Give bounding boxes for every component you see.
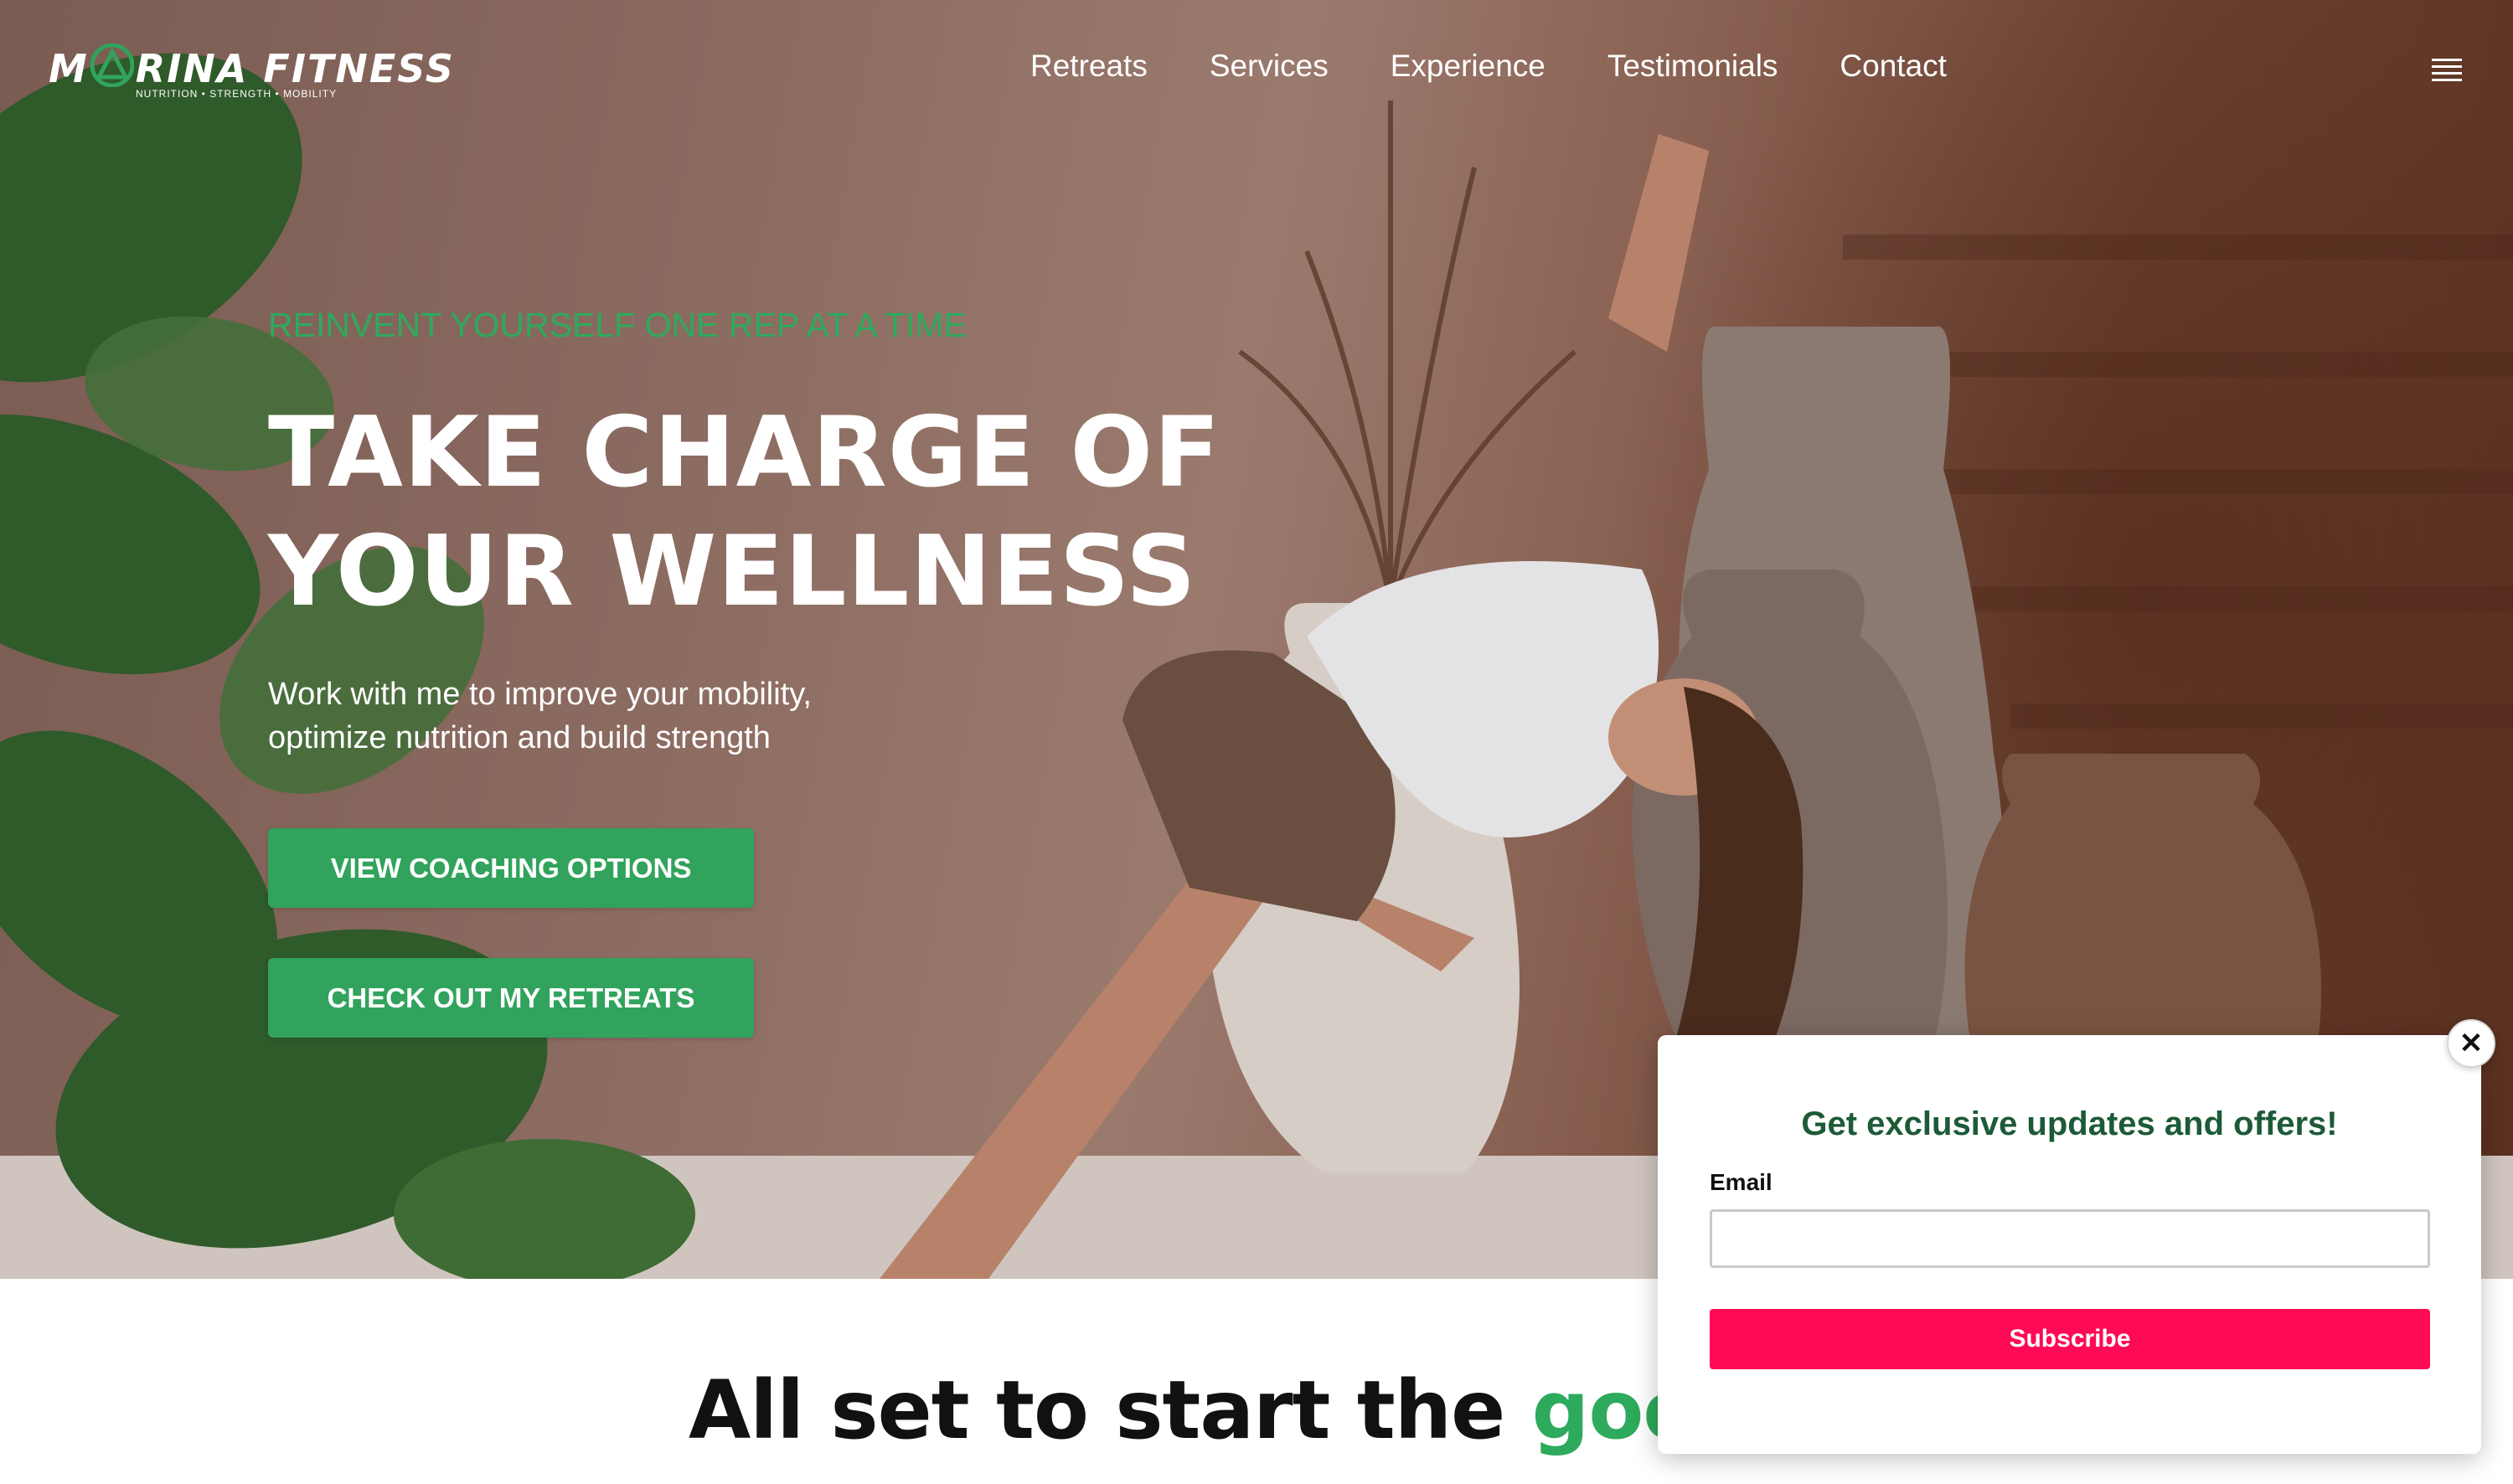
triangle-circle-logo-icon bbox=[90, 44, 134, 87]
brand-tagline: NUTRITION • STRENGTH • MOBILITY bbox=[136, 88, 338, 100]
check-out-retreats-button[interactable]: CHECK OUT MY RETREATS bbox=[268, 958, 754, 1038]
nav-link-contact[interactable]: Contact bbox=[1840, 49, 1947, 84]
section-heading-start: All set to start the bbox=[689, 1363, 1532, 1457]
hero-subcopy-line-2: optimize nutrition and build strength bbox=[268, 720, 771, 755]
email-label: Email bbox=[1710, 1169, 1773, 1195]
hamburger-menu-icon[interactable] bbox=[2432, 59, 2462, 84]
close-icon[interactable]: ✕ bbox=[2447, 1019, 2495, 1068]
nav-link-retreats[interactable]: Retreats bbox=[1030, 49, 1148, 84]
hero-headline-line-1: TAKE CHARGE OF bbox=[268, 396, 1221, 509]
nav-link-testimonials[interactable]: Testimonials bbox=[1607, 49, 1778, 84]
brand-logo[interactable]: M RINA FITNESS NUTRITION • STRENGTH • MO… bbox=[49, 44, 453, 111]
main-navigation: Retreats Services Experience Testimonial… bbox=[1030, 49, 1947, 84]
email-field[interactable] bbox=[1710, 1209, 2430, 1268]
hero-eyebrow: REINVENT YOURSELF ONE REP AT A TIME bbox=[268, 306, 967, 344]
hero-headline-line-2: YOUR WELLNESS bbox=[268, 515, 1197, 628]
hero-headline: TAKE CHARGE OF YOUR WELLNESS bbox=[268, 394, 1221, 631]
hero-subcopy-line-1: Work with me to improve your mobility, bbox=[268, 677, 812, 712]
nav-link-experience[interactable]: Experience bbox=[1391, 49, 1545, 84]
subscribe-button[interactable]: Subscribe bbox=[1710, 1309, 2430, 1369]
brand-name-start: M bbox=[49, 46, 89, 91]
hero-subcopy: Work with me to improve your mobility, o… bbox=[268, 672, 938, 760]
brand-name: M RINA FITNESS bbox=[49, 44, 455, 91]
newsletter-popup: Get exclusive updates and offers! Email … bbox=[1658, 1035, 2481, 1454]
nav-link-services[interactable]: Services bbox=[1210, 49, 1329, 84]
popup-title: Get exclusive updates and offers! bbox=[1801, 1105, 2338, 1142]
view-coaching-options-button[interactable]: VIEW COACHING OPTIONS bbox=[268, 828, 754, 908]
brand-name-end: RINA FITNESS bbox=[135, 46, 455, 91]
